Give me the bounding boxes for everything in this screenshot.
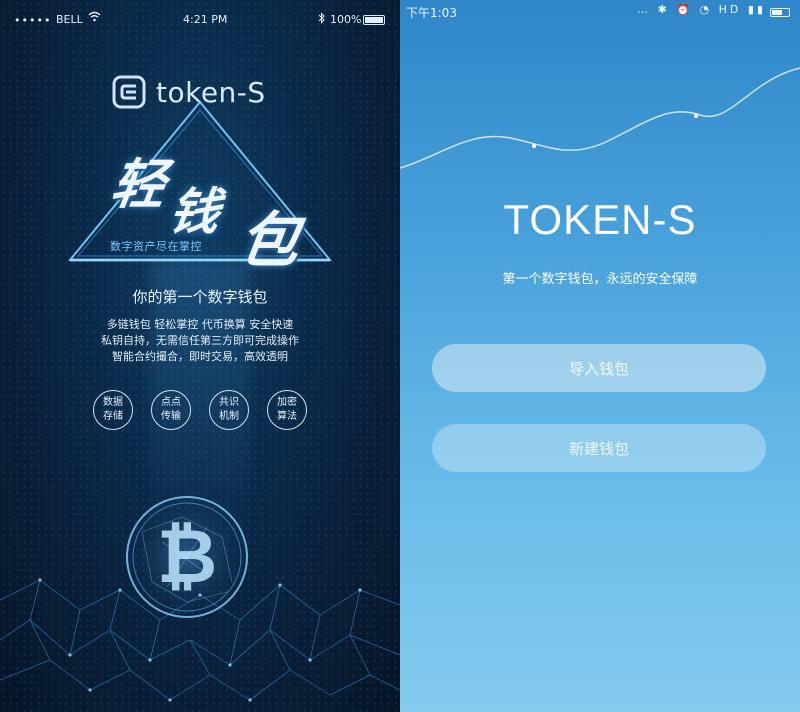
feature-label: 点点传输: [161, 397, 181, 422]
feature-consensus: 共识机制: [209, 390, 249, 430]
import-wallet-button[interactable]: 导入钱包: [432, 344, 766, 392]
wifi-icon: [88, 11, 101, 25]
battery-icon: [770, 8, 790, 17]
feature-data-storage: 数据存储: [93, 390, 133, 430]
carrier-name: BELL: [56, 13, 83, 26]
status-icons: … ✱ ⏰ ◔ HD ▮▮: [637, 3, 766, 16]
wave-dot: [532, 144, 536, 148]
bluetooth-icon: [318, 12, 325, 27]
network-mesh-background: [0, 578, 400, 702]
signal-strength-icon: •••••: [14, 14, 52, 27]
status-time: 4:21 PM: [183, 13, 228, 26]
subtitle: 你的第一个数字钱包: [132, 288, 268, 306]
feature-list: 数据存储 点点传输 共识机制 加密算法: [0, 390, 400, 438]
slogan-text: 数字资产尽在掌控: [110, 240, 202, 253]
battery-percent: 100%: [330, 13, 362, 26]
feature-label: 加密算法: [277, 397, 297, 422]
create-wallet-button[interactable]: 新建钱包: [432, 424, 766, 472]
description-line-3: 智能合约撮合，即时交易，高效透明: [112, 350, 288, 363]
feature-label: 共识机制: [219, 397, 239, 422]
feature-encryption: 加密算法: [267, 390, 307, 430]
right-screen: 下午1:03 … ✱ ⏰ ◔ HD ▮▮ TOKEN-S 第一个数字钱包，永远的…: [400, 0, 800, 712]
app-title: TOKEN-S: [503, 196, 697, 243]
headline-char-3: 包: [234, 206, 305, 276]
headline-char-2: 钱: [165, 183, 224, 241]
feature-p2p-transfer: 点点传输: [151, 390, 191, 430]
wave-dot: [694, 114, 698, 118]
left-screen: ••••• BELL 4:21 PM 100% token-S 轻 钱 包 数字…: [0, 0, 400, 712]
app-subtitle: 第一个数字钱包，永远的安全保障: [502, 272, 698, 287]
description-line-2: 私钥自持，无需信任第三方即可完成操作: [101, 334, 299, 347]
battery-icon: [363, 15, 385, 25]
description-line-1: 多链钱包 轻松掌控 代币换算 安全快速: [106, 318, 294, 331]
headline-char-1: 轻: [106, 153, 170, 216]
feature-label: 数据存储: [103, 397, 123, 422]
status-time: 下午1:03: [406, 6, 457, 20]
status-bar: 下午1:03 … ✱ ⏰ ◔ HD ▮▮: [400, 0, 800, 24]
decorative-wave-line: [400, 67, 800, 169]
status-bar: ••••• BELL 4:21 PM 100%: [0, 0, 400, 40]
